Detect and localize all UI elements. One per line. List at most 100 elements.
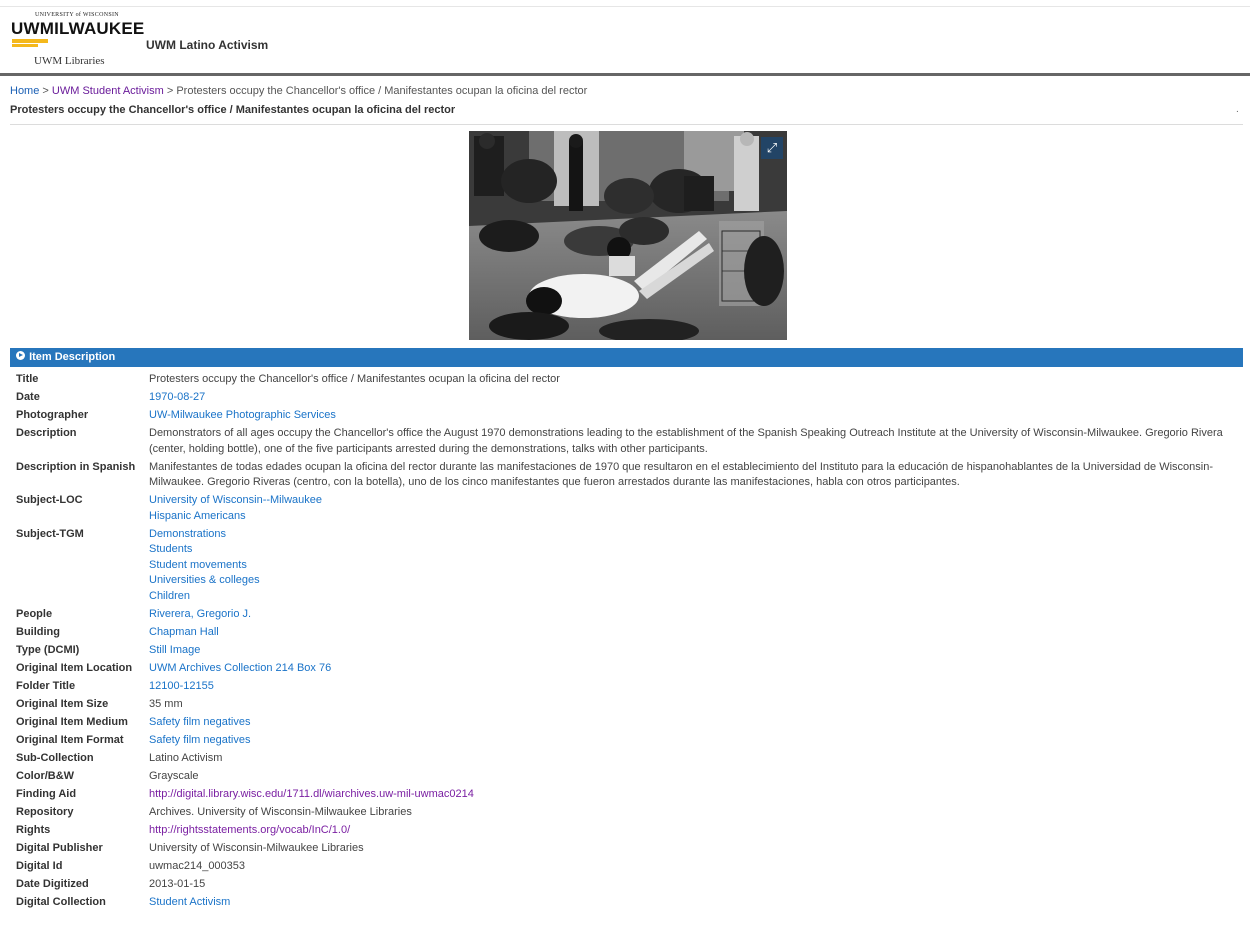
field-value-link[interactable]: Demonstrations (149, 527, 1244, 543)
field-value: http://rightsstatements.org/vocab/InC/1.… (149, 823, 1244, 839)
collapse-toggle-icon[interactable] (16, 351, 25, 360)
field-row: Date Digitized 2013-01-15 (16, 877, 1244, 893)
field-value-text: uwmac214_000353 (149, 859, 246, 872)
field-value-link[interactable]: Hispanic Americans (149, 509, 1244, 525)
field-value: University of Wisconsin--Milwaukee Hispan… (149, 493, 1244, 524)
field-row: Folder Title 12100-12155 (16, 679, 1244, 695)
field-value-text: 35 mm (149, 697, 183, 710)
field-value: Manifestantes de todas edades ocupan la … (149, 460, 1244, 491)
item-description-header[interactable]: Item Description (10, 348, 1243, 367)
field-value: Archives. University of Wisconsin-Milwau… (149, 805, 1244, 821)
field-row: Repository Archives. University of Wiscon… (16, 805, 1244, 821)
field-label: Original Item Location (16, 661, 133, 674)
field-value-text: Protesters occupy the Chancellor's offic… (149, 373, 560, 385)
field-row: People Riverera, Gregorio J. (16, 607, 1244, 623)
field-value-link[interactable]: 12100-12155 (149, 679, 1244, 695)
field-value: uwmac214_000353 (149, 859, 1244, 875)
field-label: Digital Collection (16, 895, 106, 908)
field-value-text: Archives. University of Wisconsin-Milwau… (149, 805, 412, 818)
field-value-link[interactable]: Riverera, Gregorio J. (149, 607, 1244, 623)
field-value: UWM Archives Collection 214 Box 76 (149, 661, 1244, 677)
field-value-link[interactable]: Student movements (149, 558, 1244, 574)
field-row: Subject-TGM Demonstrations Students Student… (16, 527, 1244, 605)
field-row: Original Item Format Safety film negative… (16, 733, 1244, 749)
field-value-link[interactable]: University of Wisconsin--Milwaukee (149, 493, 1244, 509)
field-value: Latino Activism (149, 751, 1244, 767)
field-value: Demonstrations Students Student movements U… (149, 527, 1244, 605)
field-row: Title Protesters occupy the Chancellor's … (16, 372, 1244, 388)
photograph-illustration (469, 131, 787, 340)
field-value: Chapman Hall (149, 625, 1244, 641)
field-label: Folder Title (16, 679, 76, 692)
field-row: Color/B&W Grayscale (16, 769, 1244, 785)
breadcrumb-collection-link[interactable]: UWM Student Activism (52, 85, 164, 97)
breadcrumb-home-link[interactable]: Home (10, 85, 39, 97)
logo-gold-stripe-2 (12, 44, 38, 47)
field-value: Safety film negatives (149, 715, 1244, 731)
field-label: People (16, 607, 53, 620)
field-value-text: Demonstrators of all ages occupy the Cha… (149, 427, 1223, 455)
field-label: Type (DCMI) (16, 643, 80, 656)
field-value-text: Manifestantes de todas edades ocupan la … (149, 460, 1214, 489)
field-row: Date 1970-08-27 (16, 390, 1244, 406)
field-row: Type (DCMI) Still Image (16, 643, 1244, 659)
field-value-link[interactable]: 1970-08-27 (149, 390, 1244, 406)
field-value-link[interactable]: Safety film negatives (149, 733, 1244, 749)
field-row: Original Item Location UWM Archives Colle… (16, 661, 1244, 677)
field-label: Description in Spanish (16, 460, 136, 473)
expand-arrows-icon[interactable]: ⤢ (761, 137, 783, 159)
field-value-link[interactable]: UW-Milwaukee Photographic Services (149, 408, 1244, 424)
field-row: Original Item Medium Safety film negative… (16, 715, 1244, 731)
field-value-text: Grayscale (149, 769, 199, 782)
header-divider (0, 73, 1250, 76)
item-description-label: Item Description (29, 351, 116, 363)
field-value: Demonstrators of all ages occupy the Cha… (149, 426, 1244, 457)
field-row: Original Item Size 35 mm (16, 697, 1244, 713)
uwm-libraries-logo[interactable]: UNIVERSITY of WISCONSIN UWMILWAUKEE UWM … (10, 12, 144, 68)
logo-university-text: UNIVERSITY of WISCONSIN (35, 12, 119, 18)
field-label: Photographer (16, 409, 89, 421)
field-label: Rights (16, 823, 51, 836)
field-value: Student Activism (149, 895, 1244, 911)
field-value-link[interactable]: Children (149, 589, 1244, 605)
field-label: Original Item Size (16, 697, 109, 710)
field-label: Date (16, 391, 40, 403)
field-label: Sub-Collection (16, 751, 94, 764)
field-value-text: University of Wisconsin-Milwaukee Librar… (149, 841, 364, 854)
logo-gold-stripe (12, 39, 48, 43)
field-value-link[interactable]: Safety film negatives (149, 715, 1244, 731)
field-value-link[interactable]: Universities & colleges (149, 573, 1244, 589)
field-value-link[interactable]: http://rightsstatements.org/vocab/InC/1.… (149, 823, 1244, 839)
field-row: Digital Id uwmac214_000353 (16, 859, 1244, 875)
field-value: Safety film negatives (149, 733, 1244, 749)
field-label: Finding Aid (16, 787, 77, 800)
field-value-link[interactable]: Still Image (149, 643, 1244, 659)
field-value-link[interactable]: Student Activism (149, 895, 1244, 911)
field-value: 35 mm (149, 697, 1244, 713)
title-dot: . (1236, 104, 1239, 115)
field-value: Grayscale (149, 769, 1244, 785)
breadcrumb-separator: > (166, 85, 174, 97)
item-photograph[interactable]: ⤢ (469, 131, 787, 340)
breadcrumb-current: Protesters occupy the Chancellor's offic… (176, 85, 588, 97)
field-row: Photographer UW-Milwaukee Photographic Se… (16, 408, 1244, 424)
field-value: Riverera, Gregorio J. (149, 607, 1244, 623)
field-value-link[interactable]: UWM Archives Collection 214 Box 76 (149, 661, 1244, 677)
field-row: Description in Spanish Manifestantes de t… (16, 460, 1244, 491)
field-value-link[interactable]: Students (149, 542, 1244, 558)
field-value: Still Image (149, 643, 1244, 659)
field-value-link[interactable]: http://digital.library.wisc.edu/1711.dl/… (149, 787, 1244, 803)
breadcrumb-separator: > (42, 85, 49, 97)
field-row: Rights http://rightsstatements.org/vocab/… (16, 823, 1244, 839)
field-value: 12100-12155 (149, 679, 1244, 695)
field-label: Subject-TGM (16, 527, 84, 540)
site-title[interactable]: UWM Latino Activism (146, 38, 268, 52)
field-value-link[interactable]: Chapman Hall (149, 625, 1244, 641)
field-label: Repository (16, 805, 74, 818)
field-row: Finding Aid http://digital.library.wisc.e… (16, 787, 1244, 803)
field-value: UW-Milwaukee Photographic Services (149, 408, 1244, 424)
field-row: Building Chapman Hall (16, 625, 1244, 641)
field-label: Building (16, 625, 60, 638)
field-value-text: Latino Activism (149, 751, 223, 764)
field-row: Subject-LOC University of Wisconsin--Milw… (16, 493, 1244, 524)
